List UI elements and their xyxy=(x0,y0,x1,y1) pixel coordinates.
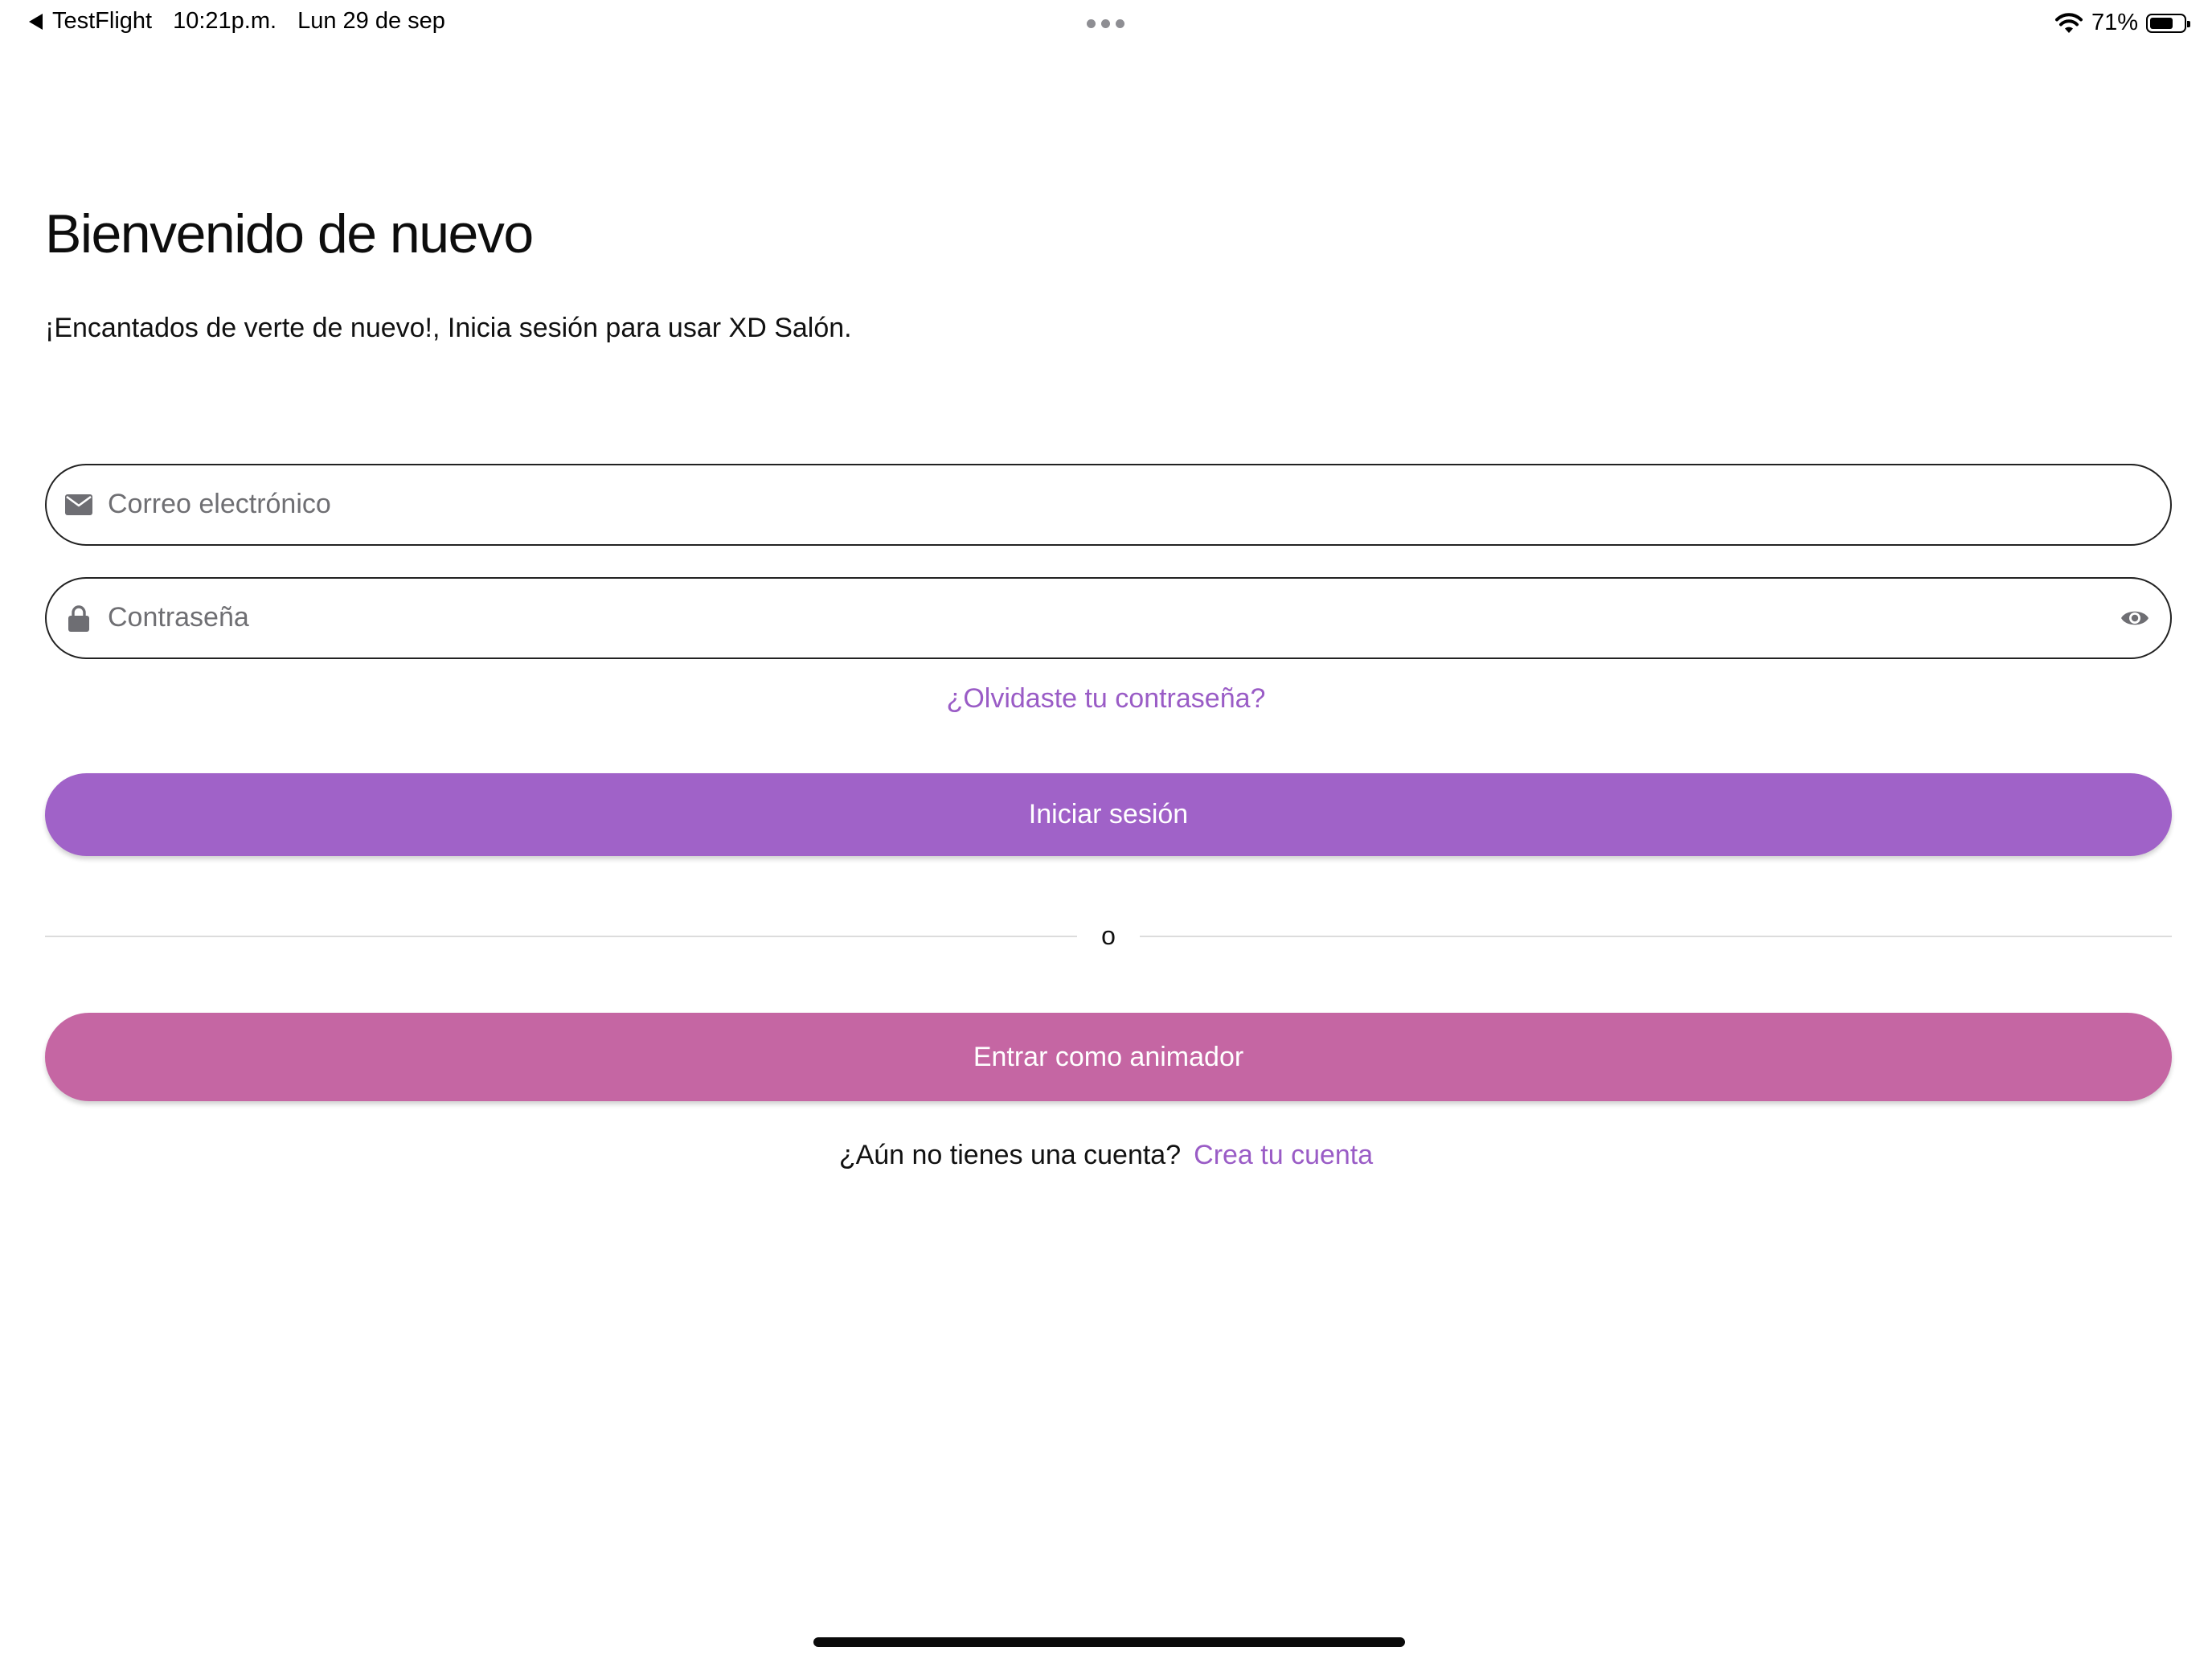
forgot-password-link[interactable]: ¿Olvidaste tu contraseña? xyxy=(0,683,2212,715)
divider-line-left xyxy=(45,936,1077,937)
or-divider: o xyxy=(45,920,2172,952)
password-field[interactable] xyxy=(45,577,2172,659)
dot xyxy=(1087,19,1096,28)
status-date: Lun 29 de sep xyxy=(297,8,445,34)
create-account-link[interactable]: Crea tu cuenta xyxy=(1194,1140,1373,1170)
enter-as-host-button[interactable]: Entrar como animador xyxy=(45,1013,2172,1101)
login-button[interactable]: Iniciar sesión xyxy=(45,773,2172,856)
page-subtitle: ¡Encantados de verte de nuevo!, Inicia s… xyxy=(45,313,852,343)
password-input[interactable] xyxy=(108,579,2069,657)
multitasking-dots-icon[interactable] xyxy=(1087,19,1124,28)
dot xyxy=(1101,19,1110,28)
show-password-eye-icon[interactable] xyxy=(2117,600,2153,636)
envelope-icon xyxy=(63,489,95,521)
divider-line-right xyxy=(1140,936,2172,937)
lock-icon xyxy=(63,602,95,634)
dot xyxy=(1116,19,1124,28)
back-to-app-link[interactable]: TestFlight xyxy=(52,8,152,35)
home-indicator[interactable] xyxy=(813,1637,1405,1647)
status-bar-right: 71% xyxy=(2054,10,2190,36)
battery-level-fill xyxy=(2150,17,2173,29)
page-title: Bienvenido de nuevo xyxy=(45,203,534,264)
signup-row: ¿Aún no tienes una cuenta? Crea tu cuenta xyxy=(0,1140,2212,1171)
email-input[interactable] xyxy=(108,465,2069,543)
divider-text: o xyxy=(1101,921,1116,950)
battery-icon xyxy=(2146,13,2190,33)
status-bar-left: TestFlight 10:21p.m. Lun 29 de sep xyxy=(29,8,445,35)
status-time: 10:21p.m. xyxy=(173,8,277,34)
signup-prompt: ¿Aún no tienes una cuenta? xyxy=(838,1140,1182,1170)
battery-percent: 71% xyxy=(2091,10,2138,35)
wifi-icon xyxy=(2054,12,2083,33)
status-bar: TestFlight 10:21p.m. Lun 29 de sep 71% xyxy=(0,0,2212,51)
back-arrow-icon[interactable] xyxy=(29,13,43,30)
email-field[interactable] xyxy=(45,464,2172,546)
battery-cap xyxy=(2187,20,2190,27)
